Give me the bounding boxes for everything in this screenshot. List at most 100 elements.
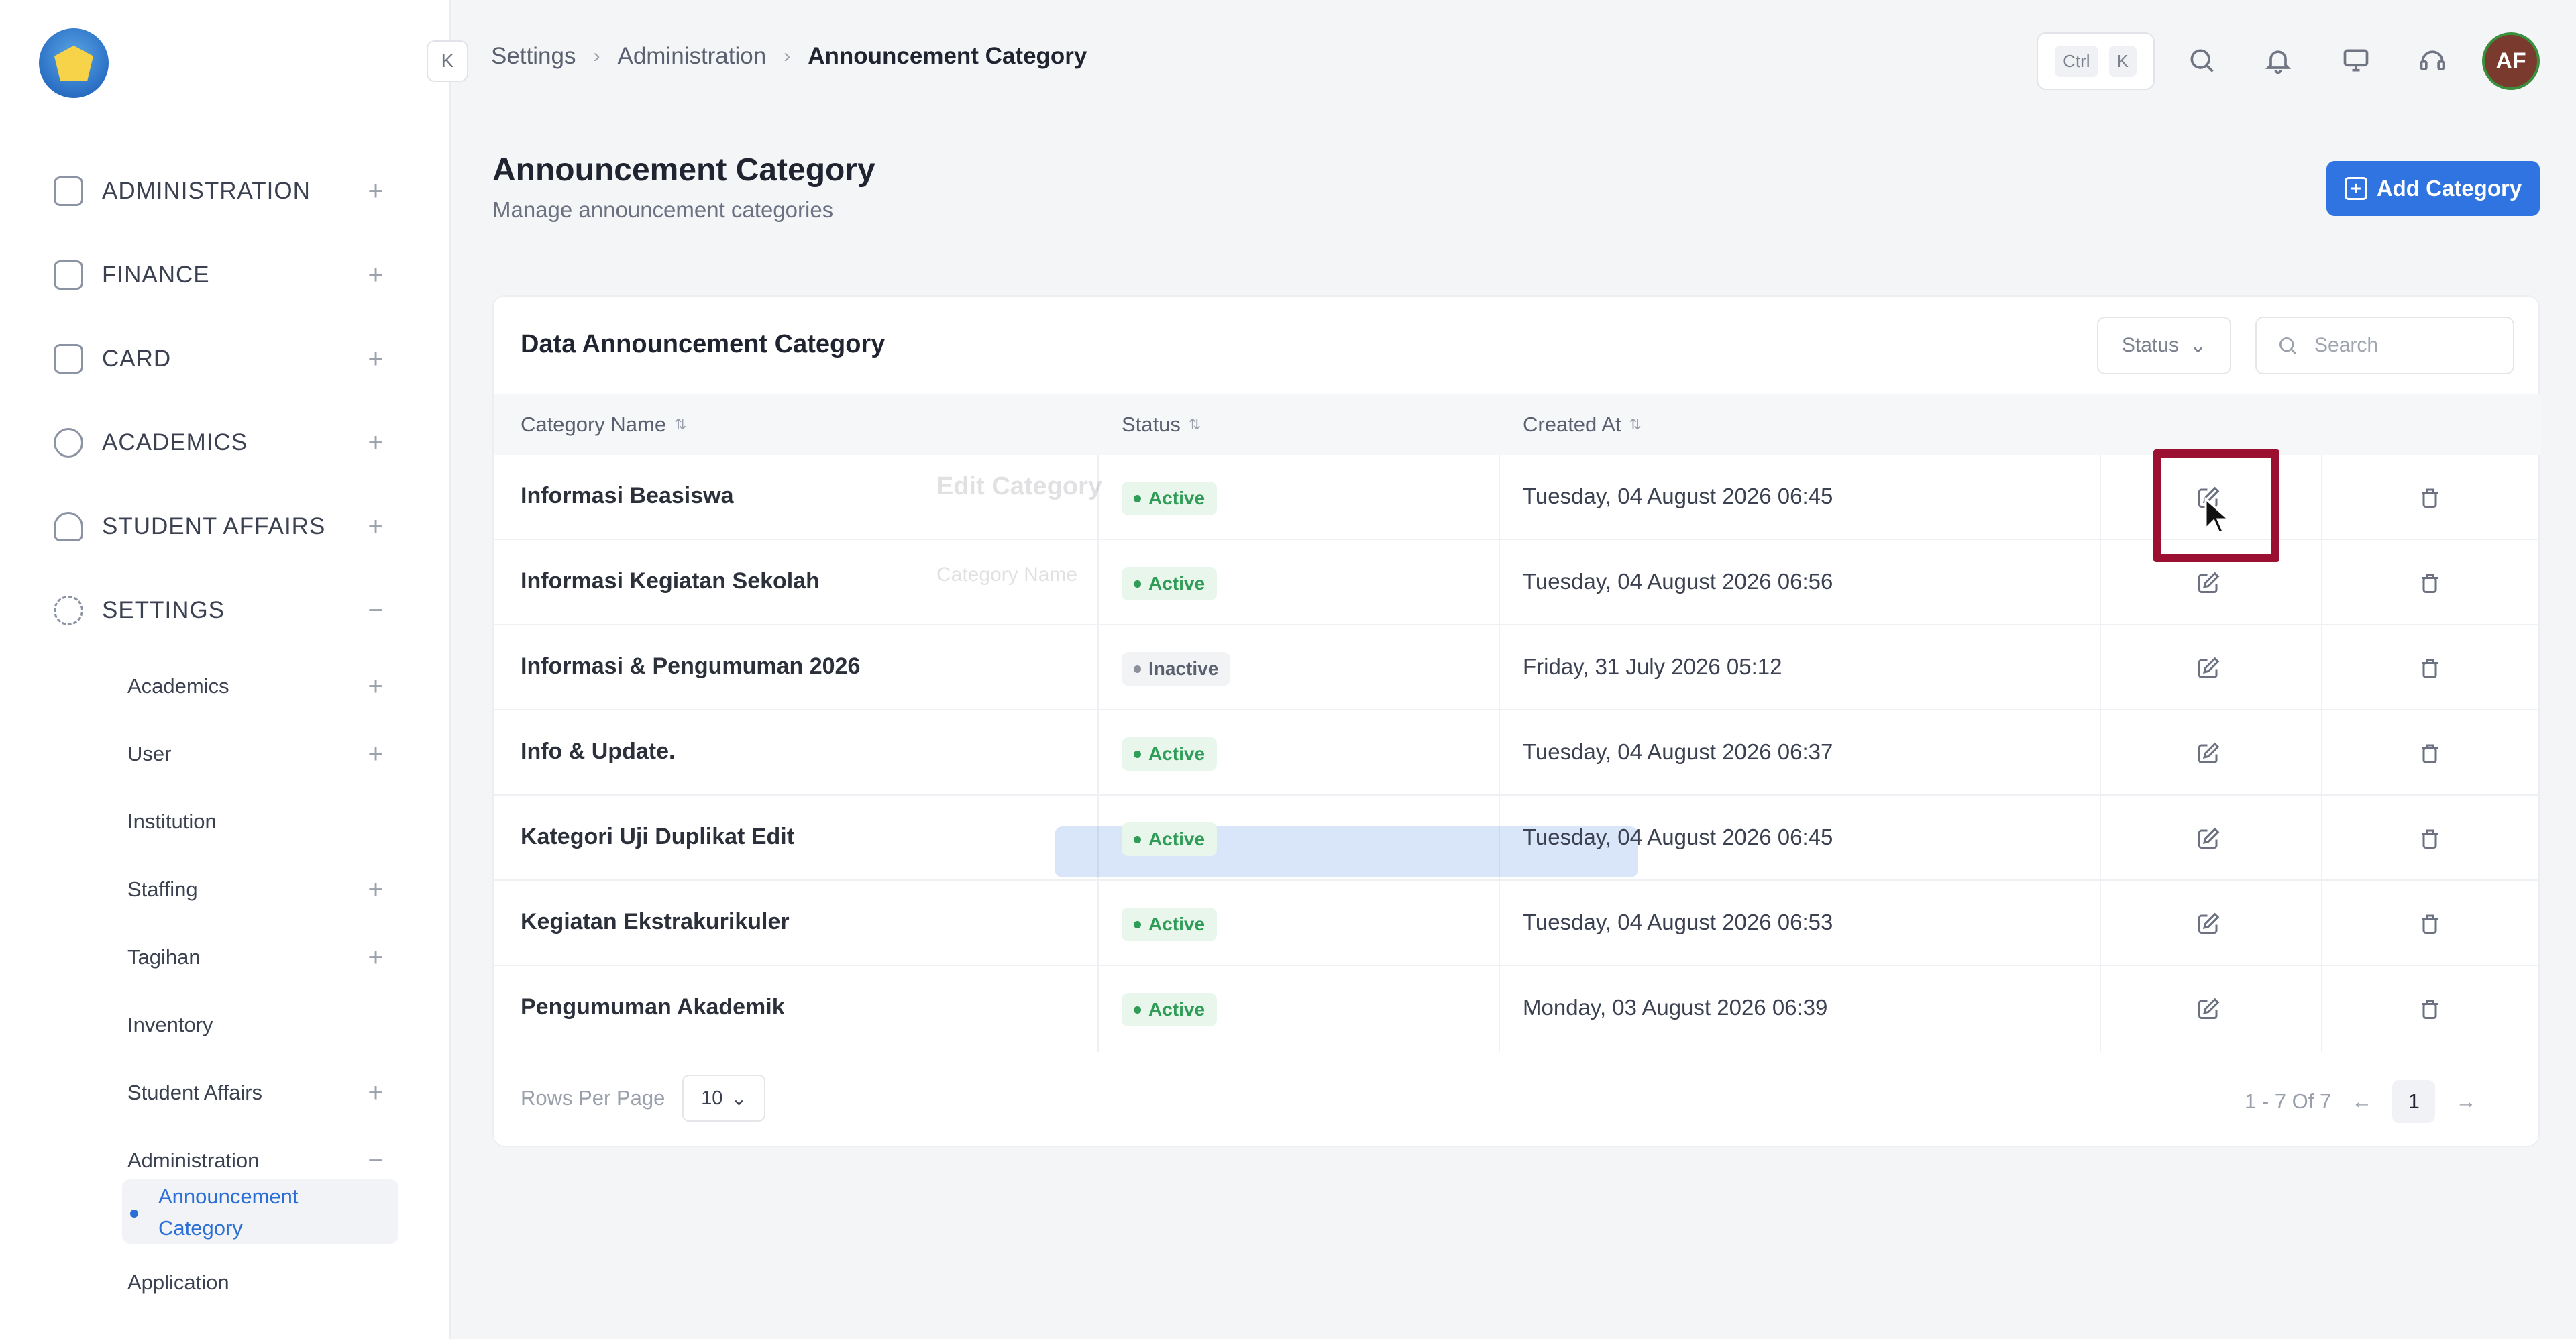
- page-title: Announcement Category: [492, 152, 875, 188]
- chevron-down-icon: ⌄: [731, 1087, 747, 1110]
- sidebar-group-settings[interactable]: SETTINGS −: [0, 568, 451, 652]
- column-header-created-at[interactable]: Created At ⇅: [1523, 413, 1642, 437]
- delete-button[interactable]: [2412, 651, 2447, 686]
- status-badge: Active: [1122, 737, 1218, 771]
- breadcrumb-administration[interactable]: Administration: [617, 43, 766, 70]
- command-palette-button[interactable]: Ctrl K: [2037, 32, 2155, 90]
- cursor-icon: [2204, 496, 2230, 534]
- wallet-icon: [54, 260, 83, 290]
- expand-icon[interactable]: +: [362, 178, 389, 205]
- delete-button[interactable]: [2412, 736, 2447, 771]
- page-number-button[interactable]: 1: [2392, 1080, 2436, 1123]
- support-icon[interactable]: [2414, 42, 2451, 79]
- expand-icon[interactable]: +: [362, 513, 389, 540]
- status-badge: Active: [1122, 908, 1218, 941]
- rows-per-page: Rows Per Page 10 ⌄: [521, 1075, 766, 1122]
- delete-button[interactable]: [2412, 821, 2447, 856]
- column-header-category-name[interactable]: Category Name ⇅: [521, 413, 687, 437]
- expand-icon[interactable]: +: [362, 741, 389, 767]
- k-key: K: [2108, 45, 2137, 77]
- expand-icon[interactable]: +: [362, 944, 389, 971]
- delete-button[interactable]: [2412, 566, 2447, 600]
- sidebar-item-user[interactable]: User +: [0, 720, 451, 788]
- edit-icon: [2198, 742, 2220, 763]
- institution-logo[interactable]: [39, 28, 109, 98]
- status-filter-dropdown[interactable]: Status ⌄: [2097, 317, 2231, 374]
- collapse-sidebar-button[interactable]: K: [427, 40, 468, 82]
- next-page-arrow-icon[interactable]: →: [2455, 1089, 2476, 1114]
- collapse-icon[interactable]: −: [362, 597, 389, 624]
- chevron-right-icon: ›: [784, 45, 791, 67]
- table-row: Pengumuman Akademik Active Monday, 03 Au…: [494, 966, 2541, 1051]
- trash-icon: [2422, 574, 2438, 593]
- status-badge: Active: [1122, 993, 1218, 1026]
- search-input[interactable]: [2313, 333, 2487, 358]
- expand-icon[interactable]: +: [362, 1079, 389, 1106]
- edit-button[interactable]: [2191, 821, 2226, 856]
- edit-button[interactable]: [2191, 566, 2226, 600]
- card-icon: [54, 343, 83, 374]
- sort-icon: ⇅: [1629, 416, 1642, 433]
- trash-icon: [2422, 659, 2438, 678]
- sort-icon: ⇅: [1188, 416, 1201, 433]
- chevron-right-icon: ›: [593, 45, 600, 67]
- edit-icon: [2198, 572, 2220, 593]
- gear-icon: [54, 595, 83, 625]
- search-icon: [2279, 337, 2296, 354]
- folder-icon: [54, 176, 83, 206]
- sidebar-item-student-affairs[interactable]: Student Affairs +: [0, 1059, 451, 1126]
- expand-icon[interactable]: +: [362, 876, 389, 903]
- search-icon[interactable]: [2183, 42, 2220, 79]
- book-icon: [54, 427, 83, 458]
- expand-icon[interactable]: +: [362, 262, 389, 288]
- edit-button[interactable]: [2191, 992, 2226, 1026]
- active-dot-icon: [130, 1210, 138, 1218]
- breadcrumb: Settings › Administration › Announcement…: [491, 43, 1087, 70]
- monitor-icon[interactable]: [2337, 42, 2375, 79]
- breadcrumb-settings[interactable]: Settings: [491, 43, 576, 70]
- student-icon: [54, 511, 83, 541]
- sidebar-group-academics[interactable]: ACADEMICS +: [0, 400, 451, 484]
- sidebar-item-label[interactable]: Announcement Category: [158, 1181, 360, 1244]
- sidebar-group-administration[interactable]: ADMINISTRATION +: [0, 149, 451, 233]
- expand-icon[interactable]: +: [362, 345, 389, 372]
- sidebar-item-institution[interactable]: Institution: [0, 788, 451, 855]
- bell-icon[interactable]: [2259, 42, 2297, 79]
- prev-page-arrow-icon[interactable]: ←: [2351, 1089, 2372, 1114]
- status-badge: Active: [1122, 822, 1218, 856]
- page-subtitle: Manage announcement categories: [492, 197, 834, 222]
- sidebar-group-student-affairs[interactable]: STUDENT AFFAIRS +: [0, 484, 451, 568]
- sidebar-item-inventory[interactable]: Inventory: [0, 991, 451, 1059]
- status-badge: Inactive: [1122, 652, 1231, 686]
- delete-button[interactable]: [2412, 906, 2447, 941]
- edit-button[interactable]: [2191, 906, 2226, 941]
- sidebar-group-card[interactable]: CARD +: [0, 317, 451, 400]
- rows-per-page-select[interactable]: 10 ⌄: [682, 1075, 766, 1122]
- expand-icon[interactable]: +: [362, 429, 389, 456]
- add-category-button[interactable]: + Add Category: [2326, 161, 2540, 216]
- expand-icon[interactable]: +: [362, 673, 389, 700]
- sidebar-item-application[interactable]: Application: [0, 1248, 451, 1318]
- column-header-status[interactable]: Status ⇅: [1122, 413, 1201, 437]
- edit-button[interactable]: [2191, 736, 2226, 771]
- search-box[interactable]: [2255, 317, 2514, 374]
- edit-button[interactable]: [2191, 651, 2226, 686]
- table-row: Info & Update. Active Tuesday, 04 August…: [494, 710, 2541, 796]
- trash-icon: [2422, 914, 2438, 934]
- sort-icon: ⇅: [674, 416, 687, 433]
- delete-button[interactable]: [2412, 480, 2447, 515]
- sidebar-group-finance[interactable]: FINANCE +: [0, 233, 451, 317]
- sidebar-item-academics[interactable]: Academics +: [0, 652, 451, 720]
- sidebar-item-tagihan[interactable]: Tagihan +: [0, 923, 451, 991]
- table-row: Informasi & Pengumuman 2026 Inactive Fri…: [494, 625, 2541, 710]
- edit-icon: [2198, 827, 2220, 849]
- edit-icon: [2198, 998, 2220, 1019]
- collapse-icon[interactable]: −: [362, 1147, 389, 1174]
- avatar[interactable]: AF: [2482, 32, 2540, 90]
- status-badge: Active: [1122, 567, 1218, 600]
- delete-button[interactable]: [2412, 992, 2447, 1026]
- topbar: K Settings › Administration › Announceme…: [427, 0, 2576, 119]
- chevron-down-icon: ⌄: [2189, 334, 2207, 357]
- table-row: Kategori Uji Duplikat Edit Active Tuesda…: [494, 796, 2541, 881]
- sidebar-item-staffing[interactable]: Staffing +: [0, 855, 451, 923]
